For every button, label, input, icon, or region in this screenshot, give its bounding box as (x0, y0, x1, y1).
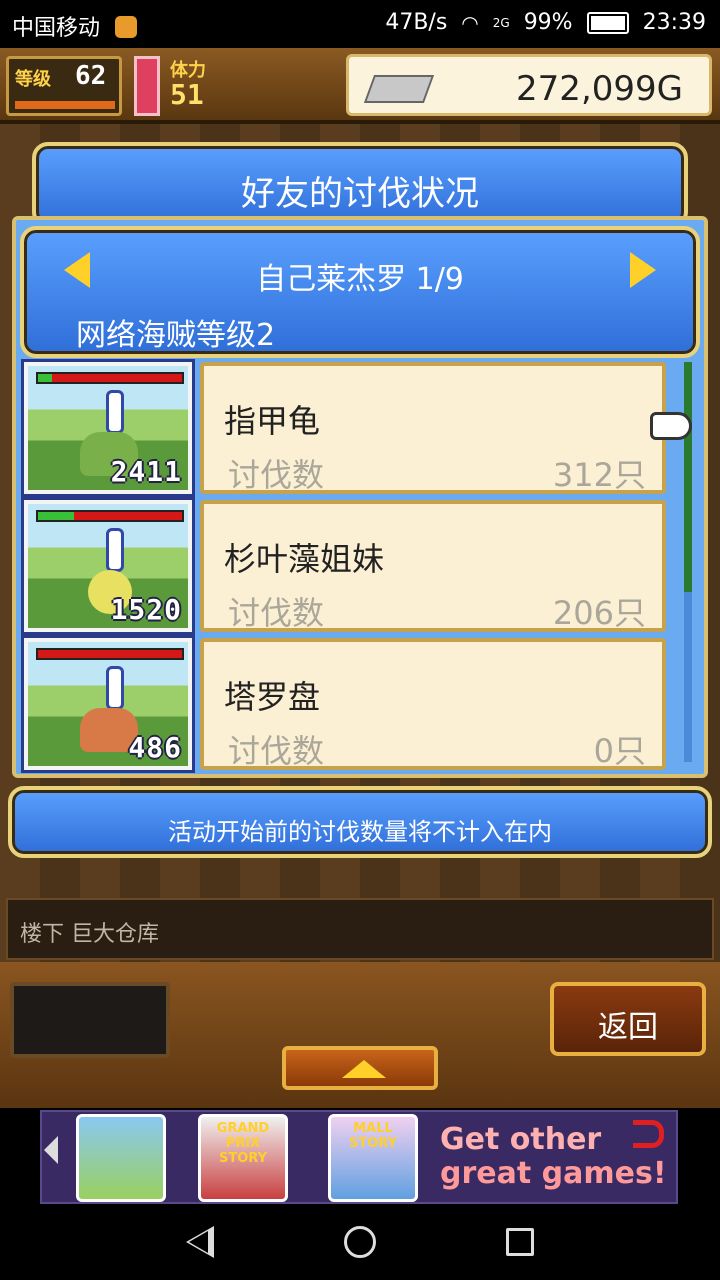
monster-name: 杉叶藻姐妹 (224, 540, 385, 578)
ad-scroll-left-icon[interactable] (44, 1136, 58, 1164)
ad-tagline-1: Get other (440, 1122, 602, 1157)
monster-name: 塔罗盘 (224, 678, 321, 716)
next-friend-arrow-icon[interactable] (630, 252, 656, 288)
level-box: 等级 62 (6, 56, 122, 116)
gold-box: 272,099G (346, 54, 712, 116)
up-arrow-icon (342, 1060, 386, 1078)
scrollbar-thumb[interactable] (684, 362, 692, 592)
list-item[interactable]: 杉叶藻姐妹 讨伐数 206只 (200, 500, 666, 632)
notice-bar: 活动开始前的讨伐数量将不计入在内 (8, 786, 712, 858)
stamina-value: 51 (170, 78, 204, 111)
notification-app-icon (115, 16, 138, 38)
signal-icon: 2G (492, 15, 510, 30)
level-value: 62 (75, 61, 107, 91)
empty-slot (10, 982, 170, 1058)
friend-name: 自己莱杰罗 1/9 (256, 262, 464, 297)
exclamation-icon (106, 390, 124, 434)
exclamation-icon (106, 666, 124, 710)
battery-percent: 99% (523, 10, 573, 35)
get-more-games-link[interactable]: Get other great games! (436, 1118, 672, 1198)
net-speed: 47B/s (385, 10, 448, 35)
count-value: 312只 (552, 456, 646, 494)
count-value: 206只 (552, 594, 646, 632)
ad-tile-label: GRAND PRIX STORY (216, 1121, 270, 1166)
exclamation-icon (106, 528, 124, 572)
silver-bar-icon (363, 75, 435, 103)
monster-thumbnail: 2411 (21, 359, 195, 497)
list-item[interactable]: 塔罗盘 讨伐数 0只 (200, 638, 666, 770)
count-label: 讨伐数 (228, 594, 325, 632)
gold-amount: 272,099G (516, 69, 683, 109)
nav-home-icon[interactable] (344, 1226, 376, 1258)
count-label: 讨伐数 (228, 732, 325, 770)
clock: 23:39 (642, 10, 706, 35)
wifi-icon: ◠ (461, 10, 479, 35)
stamina-box: 体力 51 (170, 56, 280, 116)
nav-back-icon-inner (189, 1231, 208, 1253)
monster-number: 486 (128, 731, 182, 764)
ad-game-tile[interactable]: GRAND PRIX STORY (198, 1114, 288, 1202)
ad-game-tile[interactable]: MALL STORY (328, 1114, 418, 1202)
expand-menu-button[interactable] (282, 1046, 438, 1090)
back-button-label: 返回 (598, 1010, 658, 1045)
ad-tile-label: MALL STORY (349, 1121, 397, 1151)
level-label: 等级 (15, 69, 51, 90)
back-button[interactable]: 返回 (550, 982, 706, 1056)
count-label: 讨伐数 (228, 456, 325, 494)
carrier-label: 中国移动 (12, 16, 101, 41)
ad-tagline-2: great games! (440, 1156, 667, 1191)
monster-thumbnail: 486 (21, 635, 195, 773)
dialog-title: 好友的讨伐状况 (241, 174, 479, 214)
monster-name: 指甲龟 (224, 402, 321, 440)
ad-game-tile[interactable] (76, 1114, 166, 1202)
monster-hp-bar (36, 648, 184, 660)
pointing-hand-icon (650, 412, 692, 440)
friend-header: 自己莱杰罗 1/9 网络海贼等级2 (20, 226, 700, 358)
location-bar: 楼下 巨大仓库 (6, 898, 714, 960)
nav-recents-icon[interactable] (506, 1228, 534, 1256)
level-progress-bar (15, 101, 115, 109)
location-text: 楼下 巨大仓库 (20, 922, 159, 947)
battery-icon (586, 11, 629, 34)
list-item[interactable]: 指甲龟 讨伐数 312只 (200, 362, 666, 494)
monster-hp-bar (36, 510, 184, 522)
monster-hp-bar (36, 372, 184, 384)
monster-number: 2411 (110, 455, 182, 488)
monster-thumbnail: 1520 (21, 497, 195, 635)
pirate-level: 网络海贼等级2 (76, 318, 276, 353)
count-value: 0只 (593, 732, 646, 770)
status-bar: 中国移动 47B/s ◠ 2G 99% 23:39 (0, 0, 720, 48)
monster-number: 1520 (110, 593, 182, 626)
return-arrow-icon (633, 1120, 664, 1148)
notice-text: 活动开始前的讨伐数量将不计入在内 (168, 818, 552, 846)
stamina-gauge (134, 56, 160, 116)
